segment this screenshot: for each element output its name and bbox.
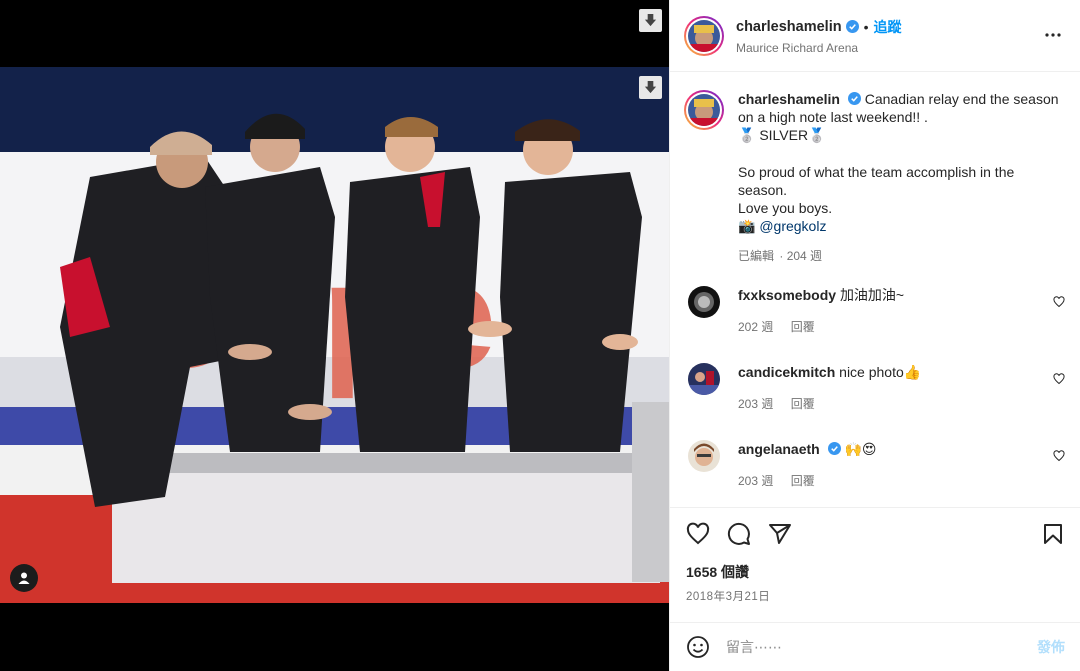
comment-icon[interactable]: [727, 522, 751, 546]
caption-line: Love you boys.: [738, 200, 833, 217]
post-location[interactable]: Maurice Richard Arena: [736, 41, 901, 55]
comment-text: 加油加油~: [839, 286, 905, 303]
post-side-panel: charleshamelin • 追蹤 Maurice Richard Aren…: [669, 0, 1080, 671]
caption-line: 📸: [738, 218, 760, 235]
comment-item: candicekmitch nice photo👍 203 週 回覆: [684, 362, 1065, 413]
post-caption: charleshamelin Canadian relay end the se…: [684, 90, 1065, 266]
comment-form: 發佈: [670, 622, 1080, 671]
commenter-avatar[interactable]: [688, 439, 720, 472]
verified-badge-icon: [845, 20, 859, 33]
author-username[interactable]: charleshamelin: [736, 19, 842, 35]
author-avatar[interactable]: [684, 15, 724, 56]
emoji-icon[interactable]: [686, 635, 710, 659]
reply-button[interactable]: 回覆: [791, 397, 815, 411]
post-comment-button[interactable]: 發佈: [1037, 637, 1065, 657]
bookmark-icon[interactable]: [1041, 522, 1065, 546]
comment-like-icon[interactable]: [1053, 449, 1065, 462]
comment-text: nice photo👍: [839, 363, 922, 380]
more-horizontal-icon[interactable]: [1044, 26, 1062, 49]
caption-username[interactable]: charleshamelin: [738, 91, 840, 107]
comments-list[interactable]: charleshamelin Canadian relay end the se…: [670, 72, 1080, 507]
comment-item: angelanaeth 🙌😍 203 週 回覆: [684, 439, 1065, 490]
author-avatar[interactable]: [684, 90, 724, 130]
commenter-username[interactable]: fxxksomebody: [738, 287, 836, 303]
commenter-avatar[interactable]: [688, 362, 720, 395]
comment-text: 🙌😍: [844, 440, 877, 457]
commenter-username[interactable]: candicekmitch: [738, 364, 835, 380]
separator: •: [863, 18, 869, 35]
comment-age[interactable]: 202 週: [738, 320, 773, 334]
follow-button[interactable]: 追蹤: [873, 17, 901, 37]
caption-meta: 已編輯 · 204 週: [738, 247, 1065, 265]
user-tag-icon[interactable]: [10, 564, 38, 592]
commenter-username[interactable]: angelanaeth: [738, 441, 820, 457]
caption-line: [738, 145, 1065, 163]
heart-icon[interactable]: [686, 522, 710, 546]
download-icon[interactable]: [639, 76, 662, 99]
caption-line: So proud of what the team accomplish in …: [738, 163, 1015, 198]
comment-input[interactable]: [726, 639, 1037, 655]
comment-age[interactable]: 203 週: [738, 397, 773, 411]
likes-count[interactable]: 1658 個讚: [686, 562, 1065, 582]
verified-badge-icon: [847, 92, 861, 105]
commenter-avatar[interactable]: [688, 285, 720, 318]
verified-badge-icon: [827, 441, 841, 455]
share-icon[interactable]: [768, 522, 792, 546]
caption-line: 🥈 SILVER🥈: [738, 127, 826, 144]
post-media[interactable]: Super: [0, 0, 669, 671]
caption-age: · 204 週: [779, 249, 823, 264]
post-actions: 1658 個讚 2018年3月21日: [670, 507, 1080, 622]
comment-like-icon[interactable]: [1053, 372, 1065, 385]
download-icon[interactable]: [639, 9, 662, 32]
photo-illustration: Super: [0, 67, 669, 603]
post-header: charleshamelin • 追蹤 Maurice Richard Aren…: [670, 0, 1080, 72]
post-photo[interactable]: Super: [0, 67, 669, 603]
post-date: 2018年3月21日: [686, 591, 771, 603]
comment-like-icon[interactable]: [1053, 295, 1065, 308]
comment-age[interactable]: 203 週: [738, 474, 773, 488]
reply-button[interactable]: 回覆: [791, 320, 815, 334]
comment-item: fxxksomebody 加油加油~ 202 週 回覆: [684, 285, 1065, 336]
edited-label: 已編輯: [738, 249, 775, 264]
reply-button[interactable]: 回覆: [791, 474, 815, 488]
mention-link[interactable]: @gregkolz: [759, 218, 826, 234]
